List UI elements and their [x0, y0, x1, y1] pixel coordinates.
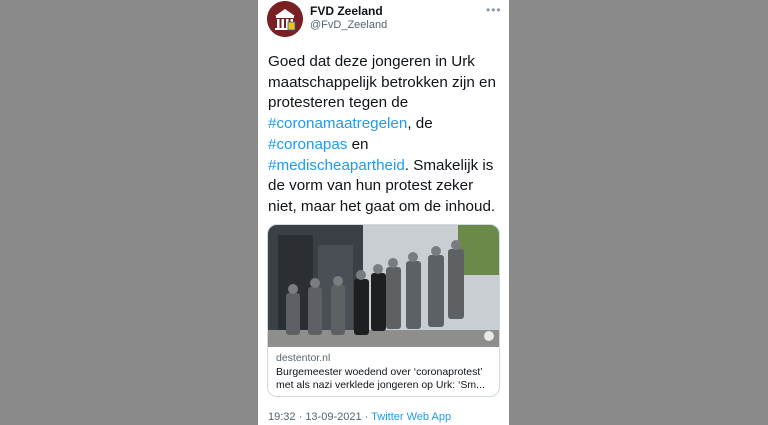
- link-domain: destentor.nl: [276, 352, 331, 364]
- tweet-card: FVD Zeeland @FvD_Zeeland ••• Goed dat de…: [258, 0, 509, 425]
- more-horizontal-icon[interactable]: •••: [486, 3, 502, 17]
- tweet-text-line: de vorm van hun protest zeker: [268, 177, 474, 195]
- hashtag-coronapas[interactable]: #coronapas: [268, 136, 347, 153]
- meta-separator: ·: [361, 411, 372, 423]
- hashtag-coronamaatregelen[interactable]: #coronamaatregelen: [268, 115, 407, 132]
- link-preview-card[interactable]: destentor.nl Burgemeester woedend over ‘…: [267, 224, 500, 397]
- tweet-time[interactable]: 19:32: [268, 411, 296, 423]
- display-name[interactable]: FVD Zeeland: [310, 4, 383, 18]
- tweet-meta: 19:32 · 13-09-2021 · Twitter Web App: [268, 411, 451, 423]
- meta-separator: ·: [295, 411, 306, 423]
- user-handle[interactable]: @FvD_Zeeland: [310, 19, 387, 31]
- tweet-text-line: protesteren tegen de: [268, 94, 409, 112]
- link-title: Burgemeester woedend over ‘coronaprotest…: [276, 366, 485, 391]
- tweet-text: Goed dat deze jongeren in Urk maatschapp…: [268, 52, 506, 218]
- tweet-text-fragment: en: [347, 135, 369, 153]
- avatar[interactable]: [267, 1, 303, 37]
- tweet-text-line: niet, maar het gaat om de inhoud.: [268, 197, 496, 215]
- hashtag-medischeapartheid[interactable]: #medischeapartheid: [268, 157, 405, 174]
- tweet-date[interactable]: 13-09-2021: [305, 411, 361, 423]
- tweet-text-line: maatschappelijk betrokken zijn en: [268, 73, 496, 91]
- tweet-source[interactable]: Twitter Web App: [371, 411, 451, 423]
- tweet-text-line: Goed dat deze jongeren in Urk: [268, 53, 475, 70]
- link-preview-image[interactable]: [268, 225, 499, 347]
- fvd-logo-icon: [267, 1, 303, 37]
- tweet-text-fragment: , de: [407, 115, 433, 133]
- tweet-text-fragment: . Smakelijk is: [404, 156, 494, 174]
